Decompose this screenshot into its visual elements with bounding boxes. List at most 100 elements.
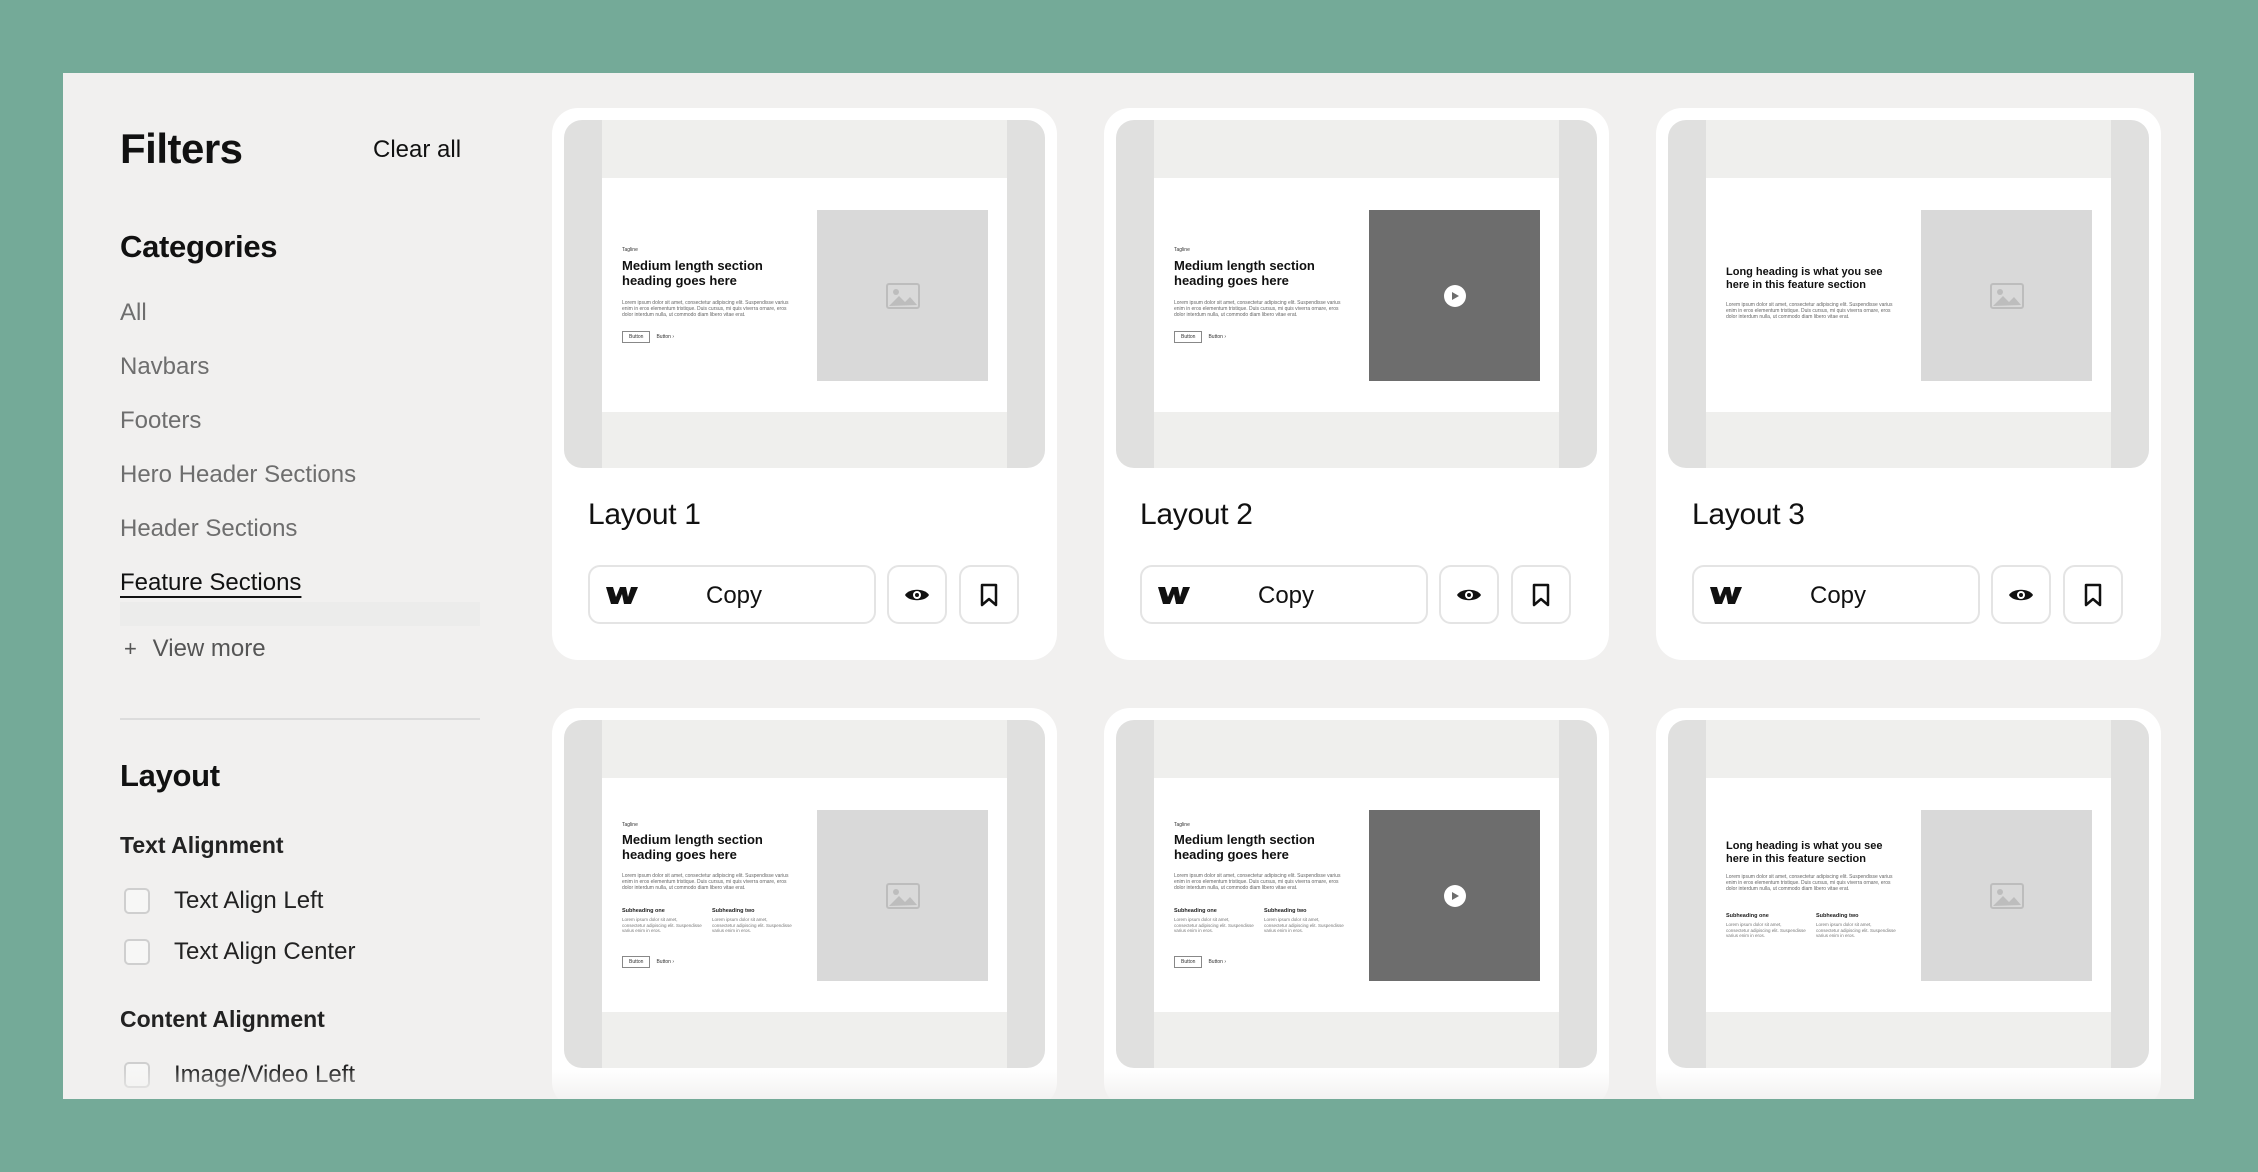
preview-section: Long heading is what you see here in thi… <box>1706 178 2111 412</box>
card-title: Layout 2 <box>1140 498 1253 531</box>
eye-icon <box>905 589 929 600</box>
layout-card[interactable]: Long heading is what you see here in thi… <box>1656 708 2161 1099</box>
image-placeholder <box>1921 810 2092 981</box>
bookmark-icon <box>2084 583 2102 606</box>
bookmark-button[interactable] <box>2063 565 2123 624</box>
preview-tagline: Tagline <box>1174 247 1190 253</box>
preview-section: Tagline Medium length section heading go… <box>1154 778 1559 1012</box>
card-title: Layout 3 <box>1692 498 1805 531</box>
video-placeholder <box>1369 810 1540 981</box>
image-placeholder <box>817 210 988 381</box>
preview-button[interactable] <box>1439 565 1499 624</box>
webflow-icon <box>606 587 638 604</box>
preview-section: Long heading is what you see here in thi… <box>1706 778 2111 1012</box>
preview-button[interactable] <box>887 565 947 624</box>
layout-thumbnail[interactable]: Tagline Medium length section heading go… <box>1116 720 1597 1068</box>
layout-card[interactable]: Tagline Medium length section heading go… <box>1104 708 1609 1099</box>
preview-button: Button <box>1174 956 1203 968</box>
layout-card[interactable]: Tagline Medium length section heading go… <box>1104 108 1609 660</box>
thumbnail-canvas: Tagline Medium length section heading go… <box>602 120 1007 468</box>
copy-button[interactable]: Copy <box>1692 565 1980 624</box>
eye-icon <box>1457 589 1481 600</box>
video-placeholder <box>1369 210 1540 381</box>
preview-button[interactable] <box>1991 565 2051 624</box>
checkbox[interactable] <box>124 888 150 914</box>
image-icon <box>885 282 920 309</box>
preview-link: Button › <box>656 959 674 965</box>
category-navbars[interactable]: Navbars <box>120 352 483 406</box>
thumbnail-canvas: Long heading is what you see here in thi… <box>1706 120 2111 468</box>
layout-thumbnail[interactable]: Long heading is what you see here in thi… <box>1668 120 2149 468</box>
copy-button[interactable]: Copy <box>588 565 876 624</box>
preview-button: Button <box>1174 331 1203 343</box>
preview-button: Button <box>622 956 651 968</box>
preview-button: Button <box>622 331 651 343</box>
preview-heading: Medium length section heading goes here <box>1174 832 1315 862</box>
preview-body: Lorem ipsum dolor sit amet, consectetur … <box>1174 300 1341 318</box>
bookmark-button[interactable] <box>1511 565 1571 624</box>
thumbnail-canvas: Tagline Medium length section heading go… <box>1154 720 1559 1068</box>
bookmark-icon <box>980 583 998 606</box>
category-header-sections[interactable]: Header Sections <box>120 514 483 568</box>
play-icon <box>1443 884 1466 907</box>
preview-buttons: Button Button › <box>622 331 674 343</box>
preview-body: Lorem ipsum dolor sit amet, consectetur … <box>622 873 789 891</box>
layout-title: Layout <box>120 758 220 793</box>
preview-section: Tagline Medium length section heading go… <box>602 178 1007 412</box>
categories-title: Categories <box>120 229 278 264</box>
preview-subcolumns: Subheading one Lorem ipsum dolor sit ame… <box>1174 908 1344 934</box>
preview-body: Lorem ipsum dolor sit amet, consectetur … <box>1726 302 1893 320</box>
image-placeholder <box>817 810 988 981</box>
bookmark-button[interactable] <box>959 565 1019 624</box>
layout-card[interactable]: Tagline Medium length section heading go… <box>552 108 1057 660</box>
category-all[interactable]: All <box>120 298 483 352</box>
webflow-icon <box>1158 587 1190 604</box>
categories-list: All Navbars Footers Hero Header Sections… <box>120 298 483 622</box>
copy-label: Copy <box>1258 582 1315 609</box>
copy-label: Copy <box>706 582 763 609</box>
layout-card[interactable]: Long heading is what you see here in thi… <box>1656 108 2161 660</box>
view-more-button[interactable]: + View more <box>124 635 266 663</box>
preview-heading: Long heading is what you see here in thi… <box>1726 840 1883 865</box>
preview-subtext: Lorem ipsum dolor sit amet, consectetur … <box>712 917 792 933</box>
preview-subcolumn: Subheading one Lorem ipsum dolor sit ame… <box>622 908 702 934</box>
preview-buttons: Button Button › <box>1174 956 1226 968</box>
image-icon <box>1989 282 2024 309</box>
preview-section: Tagline Medium length section heading go… <box>602 778 1007 1012</box>
filters-title: Filters <box>120 125 243 172</box>
preview-subtext: Lorem ipsum dolor sit amet, consectetur … <box>1726 922 1806 938</box>
checkbox[interactable] <box>124 939 150 965</box>
preview-link: Button › <box>1208 334 1226 340</box>
filter-label: Text Align Left <box>174 887 324 914</box>
thumbnail-canvas: Long heading is what you see here in thi… <box>1706 720 2111 1068</box>
eye-icon <box>2009 589 2033 600</box>
preview-subheading: Subheading one <box>622 908 665 914</box>
category-footers[interactable]: Footers <box>120 406 483 460</box>
thumbnail-canvas: Tagline Medium length section heading go… <box>602 720 1007 1068</box>
preview-tagline: Tagline <box>622 247 638 253</box>
filter-text-align-left[interactable]: Text Align Left <box>124 886 323 916</box>
preview-heading: Medium length section heading goes here <box>622 258 763 288</box>
category-hero-header-sections[interactable]: Hero Header Sections <box>120 460 483 514</box>
sidebar-divider <box>120 718 480 720</box>
layout-thumbnail[interactable]: Tagline Medium length section heading go… <box>564 720 1045 1068</box>
scroll-fade <box>63 1069 2194 1099</box>
preview-body: Lorem ipsum dolor sit amet, consectetur … <box>1174 873 1341 891</box>
preview-subheading: Subheading two <box>712 908 755 914</box>
preview-tagline: Tagline <box>1174 822 1190 828</box>
layout-thumbnail[interactable]: Long heading is what you see here in thi… <box>1668 720 2149 1068</box>
layout-card[interactable]: Tagline Medium length section heading go… <box>552 708 1057 1099</box>
layout-thumbnail[interactable]: Tagline Medium length section heading go… <box>564 120 1045 468</box>
app-window: Filters Clear all Categories All Navbars… <box>63 73 2194 1099</box>
preview-link: Button › <box>656 334 674 340</box>
preview-subtext: Lorem ipsum dolor sit amet, consectetur … <box>622 917 702 933</box>
preview-subcolumn: Subheading one Lorem ipsum dolor sit ame… <box>1726 913 1806 939</box>
preview-subheading: Subheading two <box>1264 908 1307 914</box>
copy-button[interactable]: Copy <box>1140 565 1428 624</box>
clear-all-link[interactable]: Clear all <box>373 136 461 164</box>
filter-text-align-center[interactable]: Text Align Center <box>124 937 355 967</box>
layout-thumbnail[interactable]: Tagline Medium length section heading go… <box>1116 120 1597 468</box>
preview-subtext: Lorem ipsum dolor sit amet, consectetur … <box>1174 917 1254 933</box>
preview-subcolumn: Subheading two Lorem ipsum dolor sit ame… <box>712 908 792 934</box>
preview-tagline: Tagline <box>622 822 638 828</box>
